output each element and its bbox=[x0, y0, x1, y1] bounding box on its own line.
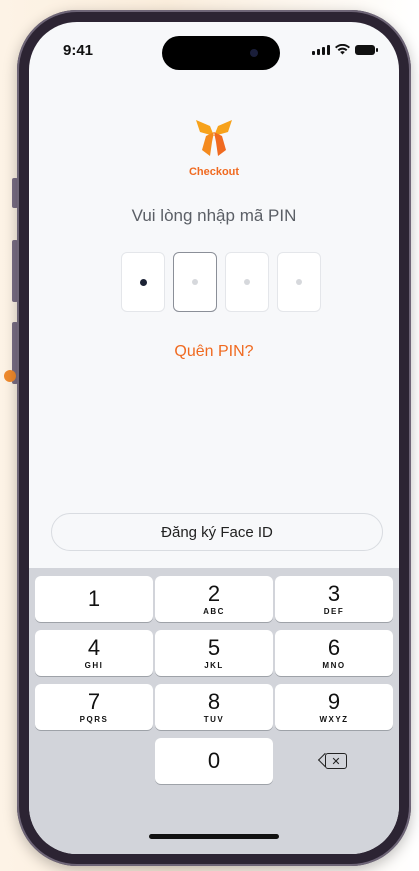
key-letters: GHI bbox=[84, 660, 104, 670]
cellular-signal-icon bbox=[312, 45, 330, 55]
checkout-logo-icon bbox=[196, 120, 232, 156]
battery-icon bbox=[355, 45, 378, 55]
pointer-indicator bbox=[4, 370, 16, 382]
register-face-id-button[interactable]: Đăng ký Face ID bbox=[51, 513, 383, 551]
key-9[interactable]: 9 WXYZ bbox=[275, 684, 393, 730]
pin-digit-box[interactable] bbox=[121, 252, 165, 312]
key-8[interactable]: 8 TUV bbox=[155, 684, 273, 730]
numeric-keypad: 1 2 ABC 3 DEF 4 GHI 5 JKL 6 MNO 7 PQRS 8… bbox=[29, 568, 399, 854]
key-number: 7 bbox=[87, 688, 101, 714]
pin-dot bbox=[139, 278, 147, 286]
status-icons bbox=[312, 44, 378, 55]
pin-digit-box[interactable] bbox=[277, 252, 321, 312]
key-number: 9 bbox=[327, 688, 341, 714]
key-number: 0 bbox=[207, 748, 221, 773]
key-letters: MNO bbox=[322, 660, 346, 670]
pin-dot bbox=[296, 279, 302, 285]
key-1[interactable]: 1 bbox=[35, 576, 153, 622]
key-letters: DEF bbox=[323, 606, 345, 616]
delete-key[interactable]: ✕ bbox=[275, 738, 393, 784]
key-2[interactable]: 2 ABC bbox=[155, 576, 273, 622]
key-letters: WXYZ bbox=[319, 714, 349, 724]
key-4[interactable]: 4 GHI bbox=[35, 630, 153, 676]
pin-input[interactable] bbox=[121, 252, 321, 312]
status-time: 9:41 bbox=[63, 42, 94, 59]
pin-prompt: Vui lòng nhập mã PIN bbox=[131, 206, 297, 225]
key-letters: JKL bbox=[204, 660, 224, 670]
pin-digit-box[interactable] bbox=[225, 252, 269, 312]
key-5[interactable]: 5 JKL bbox=[155, 630, 273, 676]
camera-icon bbox=[250, 49, 258, 57]
home-indicator[interactable] bbox=[149, 834, 279, 839]
forgot-pin-link[interactable]: Quên PIN? bbox=[29, 343, 399, 361]
key-number: 2 bbox=[207, 580, 221, 606]
key-6[interactable]: 6 MNO bbox=[275, 630, 393, 676]
pin-digit-box[interactable] bbox=[173, 252, 217, 312]
key-0[interactable]: 0 bbox=[155, 738, 273, 784]
key-number: 6 bbox=[327, 634, 341, 660]
phone-screen: 9:41 Checkout Vui lòng nhập mã PIN Quên … bbox=[29, 22, 399, 854]
key-letters: TUV bbox=[203, 714, 225, 724]
pin-dot bbox=[192, 279, 198, 285]
key-number: 8 bbox=[207, 688, 221, 714]
pin-dot bbox=[244, 279, 250, 285]
backspace-icon: ✕ bbox=[325, 753, 347, 769]
key-number: 4 bbox=[87, 634, 101, 660]
dynamic-island bbox=[162, 36, 280, 70]
key-letters: PQRS bbox=[79, 714, 109, 724]
key-7[interactable]: 7 PQRS bbox=[35, 684, 153, 730]
key-letters: ABC bbox=[203, 606, 225, 616]
brand-name: Checkout bbox=[188, 166, 240, 178]
wifi-icon bbox=[335, 44, 350, 55]
phone-frame: 9:41 Checkout Vui lòng nhập mã PIN Quên … bbox=[17, 10, 411, 866]
key-number: 3 bbox=[327, 580, 341, 606]
key-number: 1 bbox=[87, 586, 101, 611]
key-number: 5 bbox=[207, 634, 221, 660]
key-3[interactable]: 3 DEF bbox=[275, 576, 393, 622]
